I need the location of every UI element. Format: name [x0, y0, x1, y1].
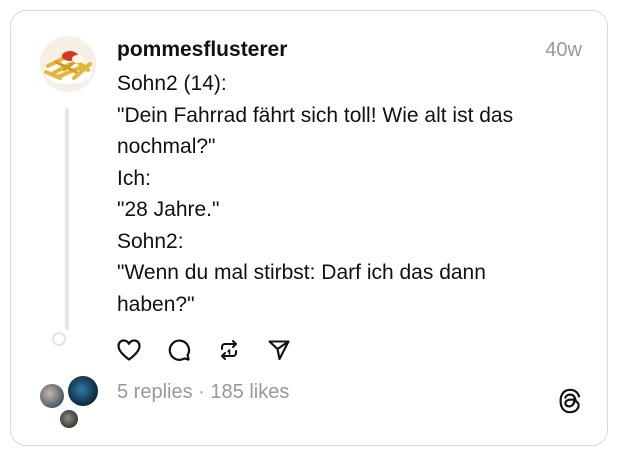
reply-button[interactable] — [165, 336, 193, 364]
share-button[interactable] — [265, 336, 293, 364]
comment-icon — [168, 339, 191, 361]
avatar[interactable] — [40, 36, 96, 92]
post-line: "Wenn du mal stirbst: Darf ich das dann — [117, 261, 486, 284]
reply-avatar — [38, 382, 66, 410]
replies-count-link[interactable]: 5 replies — [117, 381, 193, 403]
action-bar — [115, 336, 293, 364]
post-time[interactable]: 40w — [545, 39, 582, 62]
heart-icon — [117, 339, 141, 361]
repost-icon — [220, 339, 238, 361]
post-stats: 5 replies · 185 likes — [117, 381, 289, 404]
post-line: "28 Jahre." — [117, 198, 220, 221]
post-line: haben?" — [117, 292, 195, 316]
reply-avatar — [58, 408, 80, 430]
post-line: "Dein Fahrrad fährt sich toll! Wie alt i… — [117, 103, 514, 127]
threads-logo-icon[interactable] — [558, 388, 582, 414]
fries-avatar-image — [40, 36, 96, 92]
post-line: Sohn2: — [117, 229, 184, 253]
username[interactable]: pommesflusterer — [117, 38, 287, 62]
likes-count-link[interactable]: 185 likes — [210, 381, 289, 403]
like-button[interactable] — [115, 336, 143, 364]
reply-avatar — [66, 374, 100, 408]
send-icon — [268, 340, 290, 361]
post-line: nochmal?" — [117, 135, 216, 158]
post-line: Ich: — [117, 166, 151, 190]
post-text: Sohn2 (14): "Dein Fahrrad fährt sich tol… — [117, 68, 567, 320]
thread-end-loop — [52, 332, 66, 346]
post-line: Sohn2 (14): — [117, 72, 227, 95]
repost-button[interactable] — [215, 336, 243, 364]
thread-line — [65, 108, 69, 330]
reply-avatars[interactable] — [38, 374, 100, 432]
stats-separator: · — [198, 381, 205, 403]
